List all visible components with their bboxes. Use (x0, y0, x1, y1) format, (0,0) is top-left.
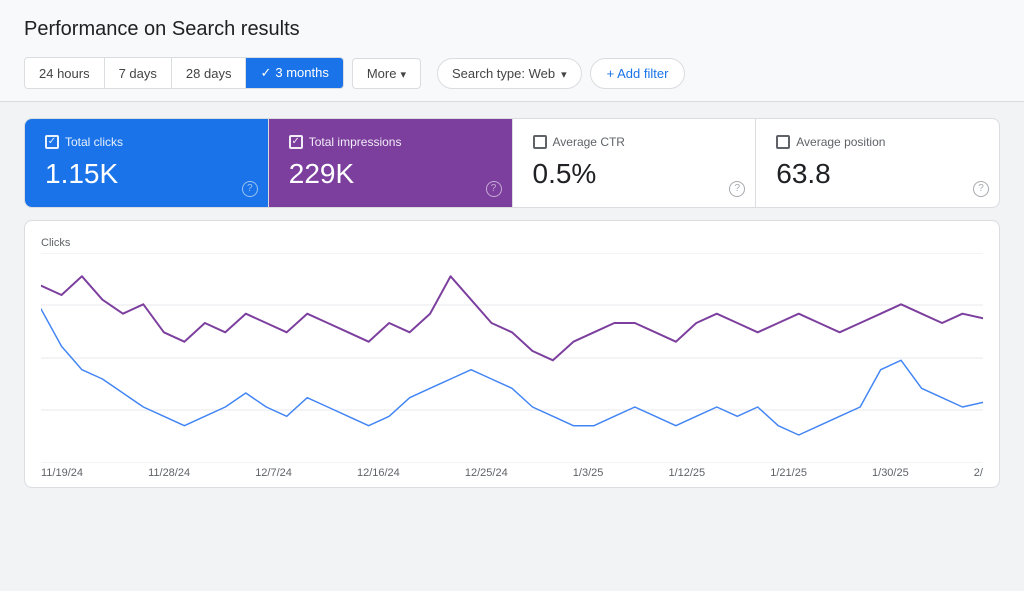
chevron-down-icon (400, 66, 406, 81)
metric-header-clicks: Total clicks (45, 135, 248, 149)
x-axis-labels: 11/19/24 11/28/24 12/7/24 12/16/24 12/25… (41, 463, 983, 479)
chart-container: Clicks 45 30 15 0 11/19/24 1 (24, 220, 1000, 488)
checkbox-impressions[interactable] (289, 135, 303, 149)
checkbox-clicks[interactable] (45, 135, 59, 149)
x-label-5: 1/3/25 (573, 467, 604, 479)
toolbar: 24 hours 7 days 28 days 3 months More Se… (24, 57, 1000, 101)
metric-header-ctr: Average CTR (533, 135, 736, 149)
metric-card-total-clicks[interactable]: Total clicks 1.15K ? (25, 119, 269, 207)
search-type-filter[interactable]: Search type: Web (437, 58, 582, 89)
info-icon-ctr: ? (729, 181, 745, 197)
metric-header-impressions: Total impressions (289, 135, 492, 149)
add-filter-button[interactable]: + Add filter (590, 58, 686, 89)
metric-label-ctr: Average CTR (553, 135, 625, 149)
metric-value-clicks: 1.15K (45, 157, 248, 191)
x-label-1: 11/28/24 (148, 467, 190, 479)
btn-7days[interactable]: 7 days (105, 58, 172, 88)
info-icon-clicks: ? (242, 181, 258, 197)
checkbox-ctr[interactable] (533, 135, 547, 149)
time-filter-group: 24 hours 7 days 28 days 3 months (24, 57, 344, 89)
page-title: Performance on Search results (24, 18, 1000, 41)
x-label-2: 12/7/24 (255, 467, 292, 479)
x-label-4: 12/25/24 (465, 467, 508, 479)
metric-value-ctr: 0.5% (533, 157, 736, 191)
more-button[interactable]: More (352, 58, 421, 89)
content-section: Total clicks 1.15K ? Total impressions 2… (0, 118, 1024, 488)
metrics-row: Total clicks 1.15K ? Total impressions 2… (24, 118, 1000, 208)
btn-28days[interactable]: 28 days (172, 58, 247, 88)
chart-y-label: Clicks (41, 237, 983, 249)
chart-svg: 45 30 15 0 (41, 253, 983, 463)
metric-card-ctr[interactable]: Average CTR 0.5% ? (513, 119, 757, 207)
x-label-7: 1/21/25 (770, 467, 807, 479)
filter-group: Search type: Web + Add filter (437, 58, 685, 89)
x-label-0: 11/19/24 (41, 467, 83, 479)
x-label-6: 1/12/25 (668, 467, 705, 479)
metric-value-impressions: 229K (289, 157, 492, 191)
metric-card-total-impressions[interactable]: Total impressions 229K ? (269, 119, 513, 207)
btn-3months[interactable]: 3 months (246, 58, 342, 88)
header-section: Performance on Search results 24 hours 7… (0, 0, 1024, 102)
checkbox-position[interactable] (776, 135, 790, 149)
info-icon-impressions: ? (486, 181, 502, 197)
btn-24hours[interactable]: 24 hours (25, 58, 105, 88)
x-label-9: 2/ (974, 467, 983, 479)
page-container: Performance on Search results 24 hours 7… (0, 0, 1024, 591)
x-label-3: 12/16/24 (357, 467, 400, 479)
metric-header-position: Average position (776, 135, 979, 149)
add-filter-label: + Add filter (607, 66, 669, 81)
more-label: More (367, 66, 397, 81)
metric-label-impressions: Total impressions (309, 135, 402, 149)
chevron-down-icon (561, 66, 567, 81)
chart-area: 45 30 15 0 (41, 253, 983, 463)
x-label-8: 1/30/25 (872, 467, 909, 479)
metric-label-clicks: Total clicks (65, 135, 123, 149)
info-icon-position: ? (973, 181, 989, 197)
metric-label-position: Average position (796, 135, 885, 149)
search-type-label: Search type: Web (452, 66, 555, 81)
check-icon (260, 65, 275, 80)
metric-card-position[interactable]: Average position 63.8 ? (756, 119, 999, 207)
metric-value-position: 63.8 (776, 157, 979, 191)
